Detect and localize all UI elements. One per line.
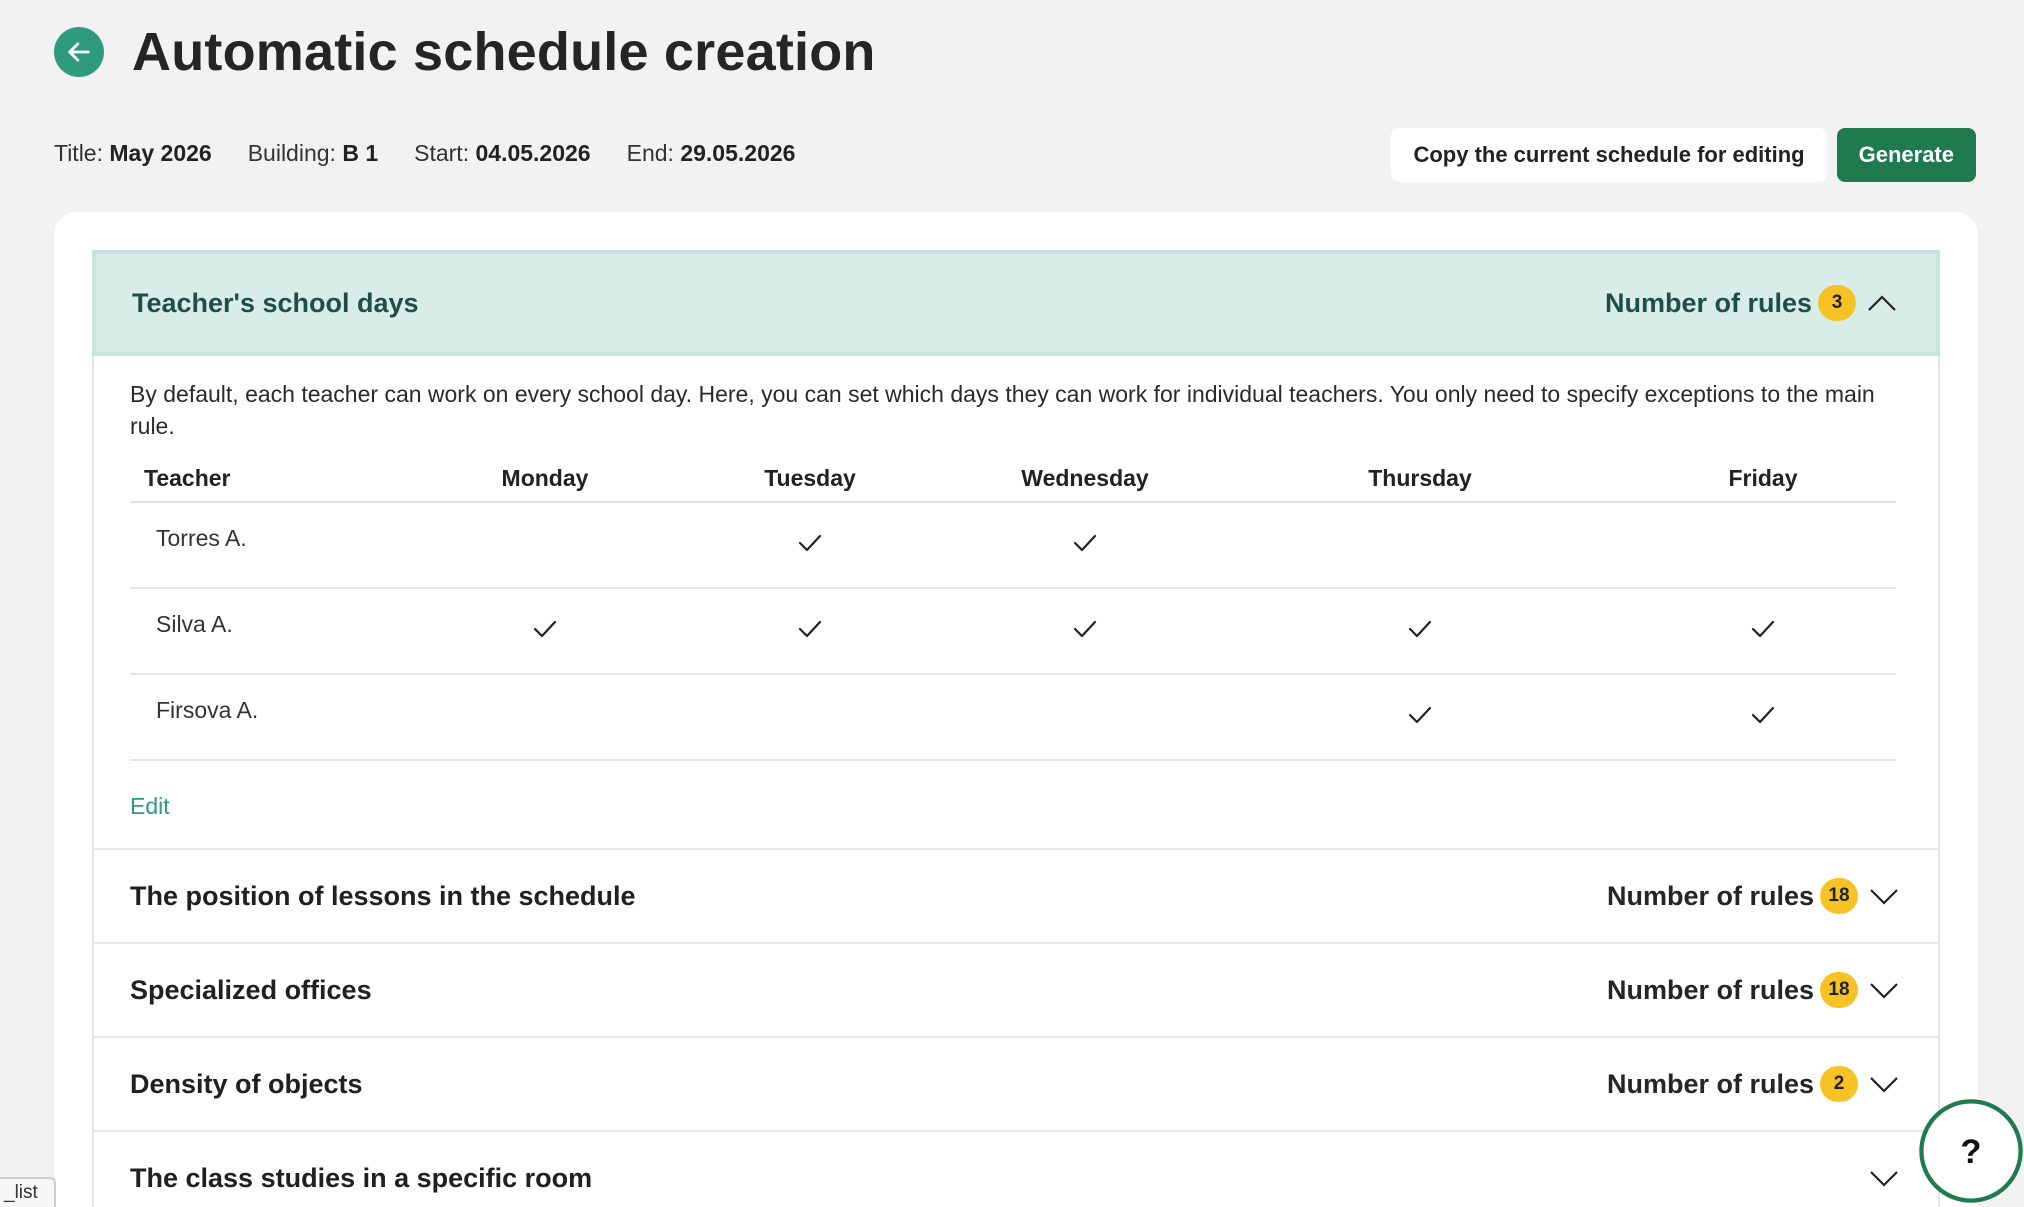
- day-cell: [430, 674, 660, 761]
- rules-count-badge: 2: [1820, 1066, 1858, 1102]
- day-cell: [960, 674, 1210, 761]
- column-header-friday: Friday: [1630, 456, 1896, 503]
- day-cell: [1210, 502, 1630, 589]
- section-header-density[interactable]: Density of objects Number of rules 2: [94, 1038, 1938, 1132]
- teacher-name: Firsova A.: [130, 674, 430, 761]
- day-cell: [1210, 674, 1630, 761]
- section-header-specialized-offices[interactable]: Specialized offices Number of rules 18: [94, 944, 1938, 1038]
- teacher-days-table: Teacher Monday Tuesday Wednesday Thursda…: [130, 456, 1896, 761]
- check-icon: [797, 616, 823, 642]
- page: Automatic schedule creation Title: May 2…: [0, 0, 2024, 1207]
- section-header-class-room[interactable]: The class studies in a specific room: [94, 1132, 1938, 1207]
- chevron-down-icon[interactable]: [1868, 974, 1900, 1006]
- day-cell: [1630, 588, 1896, 675]
- column-header-thursday: Thursday: [1210, 456, 1630, 503]
- page-title: Automatic schedule creation: [132, 22, 876, 82]
- chevron-up-icon[interactable]: [1866, 287, 1898, 319]
- check-icon: [532, 616, 558, 642]
- section-title: Density of objects: [130, 1068, 363, 1099]
- table-row: Firsova A.: [130, 674, 1896, 761]
- section-title: Teacher's school days: [132, 287, 419, 318]
- arrow-left-icon: [68, 42, 90, 62]
- meta-building: Building: B 1: [247, 140, 379, 166]
- day-cell: [1630, 674, 1896, 761]
- check-icon: [1407, 616, 1433, 642]
- section-header-lesson-position[interactable]: The position of lessons in the schedule …: [94, 850, 1938, 944]
- rules-count-badge: 3: [1818, 285, 1856, 321]
- help-button[interactable]: ?: [1918, 1098, 2024, 1204]
- rules-card: Teacher's school days Number of rules 3 …: [54, 212, 1978, 1207]
- column-header-teacher: Teacher: [130, 456, 430, 503]
- day-cell: [660, 502, 960, 589]
- schedule-meta: Title: May 2026 Building: B 1 Start: 04.…: [54, 140, 795, 167]
- rules-counter: Number of rules 3: [1605, 285, 1898, 321]
- meta-end: End: 29.05.2026: [626, 140, 796, 166]
- rules-counter: Number of rules 18: [1607, 878, 1900, 914]
- column-header-wednesday: Wednesday: [960, 456, 1210, 503]
- rules-counter: Number of rules 18: [1607, 972, 1900, 1008]
- meta-start: Start: 04.05.2026: [414, 140, 591, 166]
- check-icon: [1072, 616, 1098, 642]
- chevron-down-icon[interactable]: [1868, 1162, 1900, 1194]
- section-title: The class studies in a specific room: [130, 1162, 593, 1193]
- table-row: Silva A.: [130, 588, 1896, 675]
- column-header-monday: Monday: [430, 456, 660, 503]
- day-cell: [960, 588, 1210, 675]
- meta-title: Title: May 2026: [54, 140, 212, 166]
- check-icon: [1750, 616, 1776, 642]
- rules-count-badge: 18: [1820, 878, 1858, 914]
- rules-accordion: Teacher's school days Number of rules 3 …: [92, 250, 1940, 1207]
- chevron-down-icon[interactable]: [1868, 880, 1900, 912]
- section-title: Specialized offices: [130, 974, 372, 1005]
- table-header-row: Teacher Monday Tuesday Wednesday Thursda…: [130, 456, 1896, 503]
- edit-link[interactable]: Edit: [130, 793, 170, 820]
- help-icon: ?: [1961, 1133, 1982, 1171]
- day-cell: [1630, 502, 1896, 589]
- day-cell: [660, 674, 960, 761]
- check-icon: [1407, 702, 1433, 728]
- day-cell: [660, 588, 960, 675]
- header-actions: Copy the current schedule for editing Ge…: [1391, 128, 1976, 182]
- generate-button[interactable]: Generate: [1836, 128, 1976, 182]
- rules-counter: [1864, 1162, 1900, 1194]
- section-title: The position of lessons in the schedule: [130, 880, 636, 911]
- day-cell: [430, 588, 660, 675]
- day-cell: [960, 502, 1210, 589]
- table-row: Torres A.: [130, 502, 1896, 589]
- day-cell: [430, 502, 660, 589]
- column-header-tuesday: Tuesday: [660, 456, 960, 503]
- copy-schedule-button[interactable]: Copy the current schedule for editing: [1391, 128, 1827, 182]
- section-header-teacher-days[interactable]: Teacher's school days Number of rules 3: [92, 250, 1940, 356]
- teacher-name: Silva A.: [130, 588, 430, 675]
- day-cell: [1210, 588, 1630, 675]
- corner-tab[interactable]: _list: [0, 1177, 56, 1207]
- section-body-teacher-days: By default, each teacher can work on eve…: [94, 356, 1938, 850]
- teacher-name: Torres A.: [130, 502, 430, 589]
- check-icon: [1750, 702, 1776, 728]
- header: Automatic schedule creation: [54, 22, 876, 82]
- rules-counter: Number of rules 2: [1607, 1066, 1900, 1102]
- section-description: By default, each teacher can work on eve…: [130, 381, 1875, 439]
- rules-count-badge: 18: [1820, 972, 1858, 1008]
- table-body: Torres A. Silva A. Firsova A.: [130, 502, 1896, 761]
- check-icon: [797, 530, 823, 556]
- chevron-down-icon[interactable]: [1868, 1068, 1900, 1100]
- check-icon: [1072, 530, 1098, 556]
- back-button[interactable]: [54, 27, 104, 77]
